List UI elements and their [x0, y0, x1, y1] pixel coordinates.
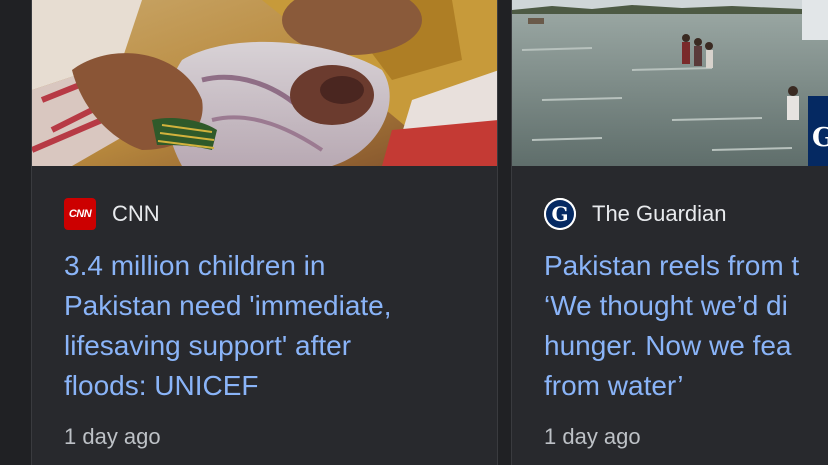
guardian-logo-letter: G	[551, 202, 568, 226]
guardian-g-icon: G	[544, 198, 576, 230]
svg-text:G: G	[812, 123, 828, 153]
headline-link[interactable]: 3.4 million children in Pakistan need 'i…	[64, 246, 484, 406]
headline-line: from water’	[544, 370, 684, 401]
source-row: CNN CNN	[64, 198, 160, 230]
headline-line: floods: UNICEF	[64, 370, 259, 401]
source-row: G The Guardian	[544, 198, 727, 230]
news-card-cnn[interactable]: CNN CNN 3.4 million children in Pakistan…	[31, 0, 498, 465]
guardian-logo-icon: G	[544, 198, 576, 230]
photo-flooded-field-icon: G	[512, 0, 828, 166]
news-carousel: CNN CNN 3.4 million children in Pakistan…	[0, 0, 828, 465]
photo-mother-and-baby-icon	[32, 0, 497, 166]
source-name: CNN	[112, 201, 160, 226]
headline-line: lifesaving support' after	[64, 330, 352, 361]
headline-line: ‘We thought we’d di	[544, 290, 788, 321]
cnn-logo-text: CNN	[68, 208, 92, 220]
news-card-guardian[interactable]: G G The Guardian Pakistan reels from t ‘…	[511, 0, 828, 465]
published-time: 1 day ago	[544, 424, 641, 449]
news-thumbnail-mother-baby[interactable]	[32, 0, 497, 166]
headline-line: Pakistan need 'immediate,	[64, 290, 392, 321]
headline-link[interactable]: Pakistan reels from t ‘We thought we’d d…	[544, 246, 828, 406]
source-name: The Guardian	[592, 201, 727, 226]
published-time: 1 day ago	[64, 424, 161, 449]
headline-line: Pakistan reels from t	[544, 250, 800, 281]
news-thumbnail-flood[interactable]: G	[512, 0, 828, 166]
headline-line: hunger. Now we fea	[544, 330, 792, 361]
cnn-logo-icon: CNN	[64, 198, 96, 230]
headline-line: 3.4 million children in	[64, 250, 326, 281]
